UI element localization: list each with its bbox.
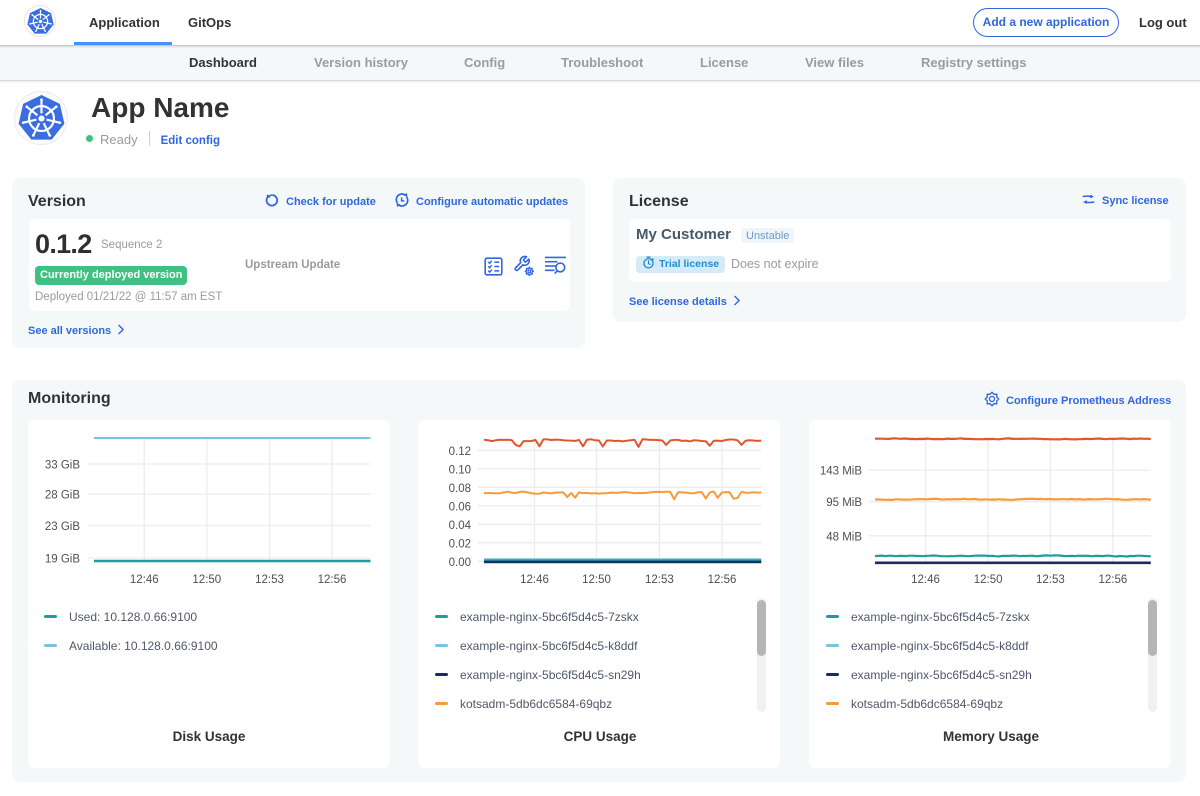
svg-text:0.04: 0.04 xyxy=(449,520,472,532)
svg-text:12:50: 12:50 xyxy=(974,574,1003,586)
svg-text:0.02: 0.02 xyxy=(449,538,471,550)
svg-text:0.06: 0.06 xyxy=(449,501,471,513)
svg-text:12:53: 12:53 xyxy=(255,574,284,586)
svg-text:12:46: 12:46 xyxy=(520,574,549,586)
svg-text:0.10: 0.10 xyxy=(449,464,471,476)
svg-text:0.00: 0.00 xyxy=(449,557,471,569)
svg-text:0.12: 0.12 xyxy=(449,446,471,458)
svg-text:12:50: 12:50 xyxy=(192,574,221,586)
svg-text:48 MiB: 48 MiB xyxy=(826,531,862,543)
svg-text:12:56: 12:56 xyxy=(708,574,737,586)
svg-text:19 GiB: 19 GiB xyxy=(45,554,80,566)
svg-text:12:46: 12:46 xyxy=(911,574,940,586)
svg-text:12:50: 12:50 xyxy=(582,574,611,586)
svg-text:23 GiB: 23 GiB xyxy=(45,521,80,533)
svg-text:12:53: 12:53 xyxy=(1036,574,1065,586)
svg-text:33 GiB: 33 GiB xyxy=(45,460,80,472)
svg-text:12:56: 12:56 xyxy=(1099,574,1128,586)
svg-text:143 MiB: 143 MiB xyxy=(820,466,863,478)
svg-text:95 MiB: 95 MiB xyxy=(826,497,862,509)
svg-text:12:53: 12:53 xyxy=(645,574,674,586)
svg-text:12:56: 12:56 xyxy=(318,574,347,586)
svg-text:28 GiB: 28 GiB xyxy=(45,490,80,502)
svg-text:0.08: 0.08 xyxy=(449,483,471,495)
svg-text:12:46: 12:46 xyxy=(130,574,159,586)
